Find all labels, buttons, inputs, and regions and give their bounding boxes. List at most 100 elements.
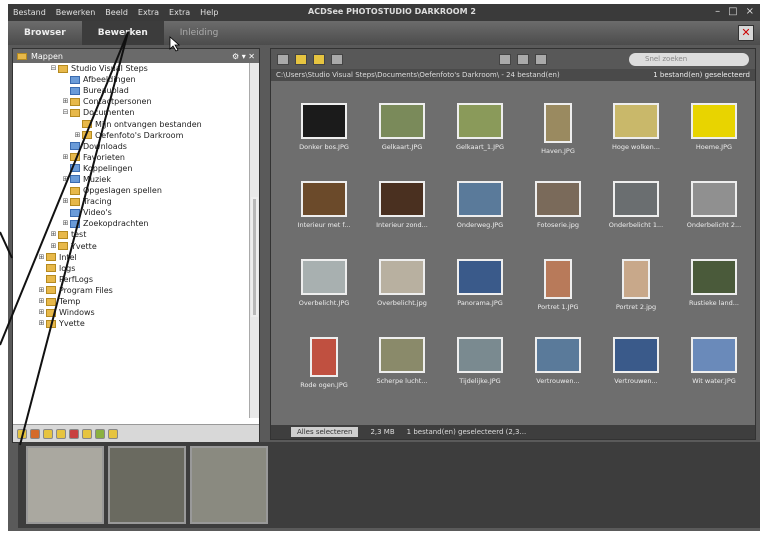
photo-thumbnail[interactable]: [457, 103, 503, 139]
expand-toggle-icon[interactable]: ⊞: [61, 174, 70, 185]
photo-thumbnail[interactable]: [622, 259, 650, 299]
photo-thumbnail[interactable]: [613, 337, 659, 373]
thumbnail-item[interactable]: Onderweg.JPG: [441, 177, 519, 255]
photo-thumbnail[interactable]: [379, 259, 425, 295]
thumbnail-item[interactable]: Hoeme.JPG: [675, 99, 753, 177]
photo-thumbnail[interactable]: [301, 103, 347, 139]
thumbnail-item[interactable]: Overbelicht.JPG: [285, 255, 363, 333]
refresh-icon[interactable]: [95, 428, 105, 439]
photo-thumbnail[interactable]: [691, 103, 737, 139]
expand-toggle-icon[interactable]: ⊞: [37, 296, 46, 307]
quick-search-input[interactable]: Snel zoeken: [629, 52, 749, 66]
photo-thumbnail[interactable]: [301, 259, 347, 295]
photo-thumbnail[interactable]: [691, 337, 737, 373]
folder-tree-item[interactable]: logs: [13, 263, 249, 274]
folder-tree[interactable]: ⊟ Studio Visual Steps Afbeeldingen Bureaubl…: [13, 63, 249, 418]
folder-tree-item[interactable]: ⊞ Program Files: [13, 285, 249, 296]
photo-thumbnail[interactable]: [691, 259, 737, 295]
expand-toggle-icon[interactable]: ⊞: [37, 285, 46, 296]
folder-tree-item[interactable]: Koppelingen: [13, 163, 249, 174]
folder-tree-item[interactable]: ⊞ Yvette: [13, 318, 249, 329]
thumbnail-item[interactable]: Vertrouwen...: [597, 333, 675, 411]
expand-toggle-icon[interactable]: ⊟: [49, 63, 58, 74]
star-icon[interactable]: [313, 53, 325, 65]
close-button[interactable]: ×: [746, 6, 754, 17]
folder-tree-item[interactable]: ⊟ Studio Visual Steps: [13, 63, 249, 74]
folder-tree-item[interactable]: PerfLogs: [13, 274, 249, 285]
back-icon[interactable]: [277, 53, 289, 65]
folder-toolbar-icon[interactable]: [17, 428, 27, 439]
folder-tree-item[interactable]: ⊞ Tracing: [13, 196, 249, 207]
photo-thumbnail[interactable]: [535, 337, 581, 373]
filmstrip-thumbnail[interactable]: [26, 446, 104, 524]
menu-bestand[interactable]: Bestand: [8, 8, 51, 17]
photo-thumbnail[interactable]: [457, 259, 503, 295]
favorites-icon[interactable]: [82, 428, 92, 439]
folder-tree-item[interactable]: ⊞ Zoekopdrachten: [13, 218, 249, 229]
photo-thumbnail[interactable]: [613, 181, 659, 217]
expand-toggle-icon[interactable]: ⊞: [49, 241, 58, 252]
menu-help[interactable]: Help: [195, 8, 223, 17]
thumbnail-item[interactable]: Interieur met f...: [285, 177, 363, 255]
view-mode-icon[interactable]: [499, 53, 511, 65]
thumbnail-item[interactable]: Portret 2.jpg: [597, 255, 675, 333]
thumbnail-item[interactable]: Panorama.JPG: [441, 255, 519, 333]
thumbnail-item[interactable]: Gelkaart.JPG: [363, 99, 441, 177]
photo-thumbnail[interactable]: [613, 103, 659, 139]
thumbnail-item[interactable]: Vertrouwen...: [519, 333, 597, 411]
photo-thumbnail[interactable]: [535, 181, 581, 217]
thumbnail-item[interactable]: Scherpe lucht...: [363, 333, 441, 411]
expand-toggle-icon[interactable]: ⊞: [73, 130, 82, 141]
panel-options-icon[interactable]: ⚙ ▾ ✕: [232, 52, 255, 61]
photo-thumbnail[interactable]: [691, 181, 737, 217]
thumbnail-item[interactable]: Fotoserie.jpg: [519, 177, 597, 255]
expand-toggle-icon[interactable]: ⊞: [37, 307, 46, 318]
menu-extra-2[interactable]: Extra: [164, 8, 195, 17]
thumbnail-item[interactable]: Haven.JPG: [519, 99, 597, 177]
sort-icon[interactable]: [517, 53, 529, 65]
photo-thumbnail[interactable]: [379, 337, 425, 373]
tab-browse[interactable]: Browser: [8, 21, 82, 45]
folder-tree-item[interactable]: ⊞ Oefenfoto's Darkroom: [13, 130, 249, 141]
folder-up-icon[interactable]: [43, 428, 53, 439]
thumbnail-item[interactable]: Overbelicht.jpg: [363, 255, 441, 333]
folder-tree-item[interactable]: Video's: [13, 207, 249, 218]
select-icon[interactable]: [535, 53, 547, 65]
folder-tree-item[interactable]: ⊞ Favorieten: [13, 152, 249, 163]
photo-thumbnail[interactable]: [544, 103, 572, 143]
properties-icon[interactable]: [108, 428, 118, 439]
folder-tree-item[interactable]: ⊞ Muziek: [13, 174, 249, 185]
expand-toggle-icon[interactable]: ⊞: [49, 229, 58, 240]
photo-thumbnail[interactable]: [301, 181, 347, 217]
expand-toggle-icon[interactable]: ⊞: [37, 318, 46, 329]
menu-bewerken[interactable]: Bewerken: [51, 8, 101, 17]
filmstrip-thumbnail[interactable]: [190, 446, 268, 524]
thumbnail-item[interactable]: Onderbelicht 2...: [675, 177, 753, 255]
menu-extra[interactable]: Extra: [133, 8, 164, 17]
thumbnail-item[interactable]: Donker bos.JPG: [285, 99, 363, 177]
folder-tree-item[interactable]: Downloads: [13, 141, 249, 152]
folder-tree-item[interactable]: ⊟ Documenten: [13, 107, 249, 118]
photo-thumbnail[interactable]: [379, 103, 425, 139]
photo-thumbnail[interactable]: [544, 259, 572, 299]
expand-toggle-icon[interactable]: ⊞: [61, 218, 70, 229]
menu-beeld[interactable]: Beeld: [100, 8, 133, 17]
folder-tree-item[interactable]: Mijn ontvangen bestanden: [13, 118, 249, 129]
thumbnail-item[interactable]: Rustieke land...: [675, 255, 753, 333]
folder-tree-item[interactable]: Opgeslagen spellen: [13, 185, 249, 196]
thumbnail-item[interactable]: Onderbelicht 1...: [597, 177, 675, 255]
thumbnail-item[interactable]: Rode ogen.JPG: [285, 333, 363, 411]
folder-tree-item[interactable]: Bureaublad: [13, 85, 249, 96]
folder-tree-item[interactable]: ⊞ test: [13, 229, 249, 240]
maximize-button[interactable]: □: [728, 6, 737, 17]
folder-new-icon[interactable]: [56, 428, 66, 439]
expand-toggle-icon[interactable]: ⊞: [61, 152, 70, 163]
photo-thumbnail[interactable]: [379, 181, 425, 217]
photo-thumbnail[interactable]: [457, 337, 503, 373]
folder-tree-item[interactable]: ⊞ Intel: [13, 252, 249, 263]
tab-edit[interactable]: Bewerken: [81, 21, 164, 45]
folder-tree-item[interactable]: ⊞ Temp: [13, 296, 249, 307]
thumbnail-item[interactable]: Portret 1.JPG: [519, 255, 597, 333]
delete-icon[interactable]: [69, 428, 79, 439]
photo-thumbnail[interactable]: [457, 181, 503, 217]
